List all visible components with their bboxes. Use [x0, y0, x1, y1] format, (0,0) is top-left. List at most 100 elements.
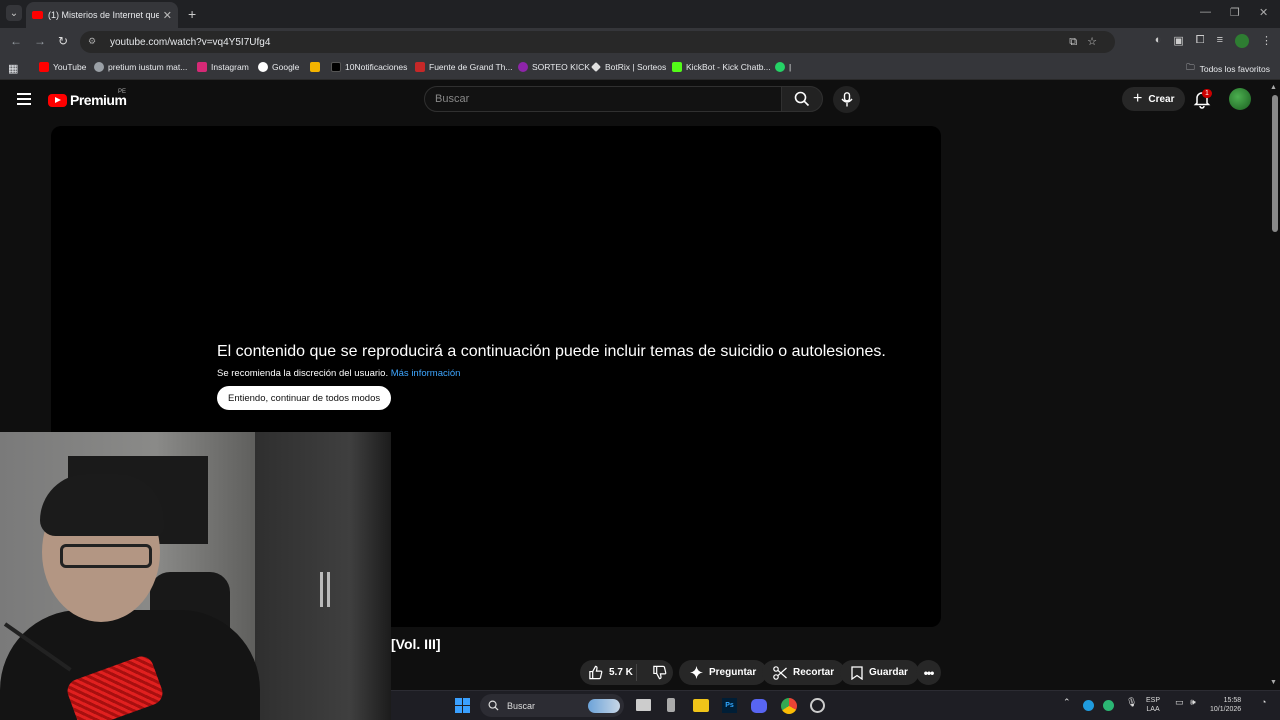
dislike-button[interactable]	[643, 665, 667, 680]
voice-search-button[interactable]	[833, 86, 860, 113]
tab-title: (1) Misterios de Internet que D...	[48, 10, 159, 20]
close-tab-icon[interactable]: ✕	[163, 9, 172, 22]
bookmark-extra[interactable]	[310, 62, 324, 72]
bookmark-youtube[interactable]: YouTube	[39, 62, 86, 72]
account-avatar[interactable]	[1229, 88, 1251, 110]
clip-button[interactable]: Recortar	[762, 660, 846, 685]
volume-icon[interactable]: 🕪	[1190, 697, 1196, 708]
tray-app-2-icon[interactable]	[1103, 700, 1114, 711]
bookmark-instagram[interactable]: Instagram	[197, 62, 249, 72]
bookmark-google[interactable]: Google	[258, 62, 299, 72]
tray-mic-icon[interactable]: 🎙	[1126, 697, 1137, 708]
search-input[interactable]: Buscar	[424, 86, 782, 112]
create-button[interactable]: + Crear	[1122, 87, 1186, 111]
webcam-door	[255, 432, 391, 720]
bookmark-icon	[851, 665, 863, 680]
save-button[interactable]: Guardar	[840, 660, 919, 685]
media-control-icon[interactable]: ≡	[1217, 34, 1223, 48]
extension-icon[interactable]: ◐	[1155, 34, 1162, 48]
bookmark-kickbot[interactable]: KickBot - Kick Chatb...	[672, 62, 771, 72]
like-dislike-group: 5.7 K	[580, 660, 673, 685]
scroll-up-arrow[interactable]: ▲	[1270, 84, 1277, 91]
video-title: [Vol. III]	[391, 636, 441, 652]
youtube-play-icon	[48, 93, 67, 107]
chrome-icon[interactable]	[781, 698, 797, 714]
country-code: PE	[118, 89, 127, 95]
close-window-icon[interactable]: ✕	[1259, 6, 1268, 19]
menu-icon[interactable]	[17, 93, 31, 105]
browser-tab-strip: ⌄ (1) Misterios de Internet que D... ✕ +…	[0, 0, 1280, 28]
search-button[interactable]	[781, 86, 823, 112]
search-icon	[794, 91, 810, 107]
bookmark-x[interactable]: 10Notificaciones	[331, 62, 407, 72]
cast-and-star-icons[interactable]: ⧉☆	[1069, 35, 1107, 49]
app-icon[interactable]	[667, 698, 675, 712]
browser-tab-active[interactable]: (1) Misterios de Internet que D... ✕	[26, 2, 178, 28]
task-view-icon[interactable]	[636, 699, 651, 711]
taskbar-search-icon	[488, 700, 499, 711]
youtube-favicon-icon	[32, 11, 43, 19]
input-language[interactable]: ESP LAA	[1146, 696, 1160, 714]
webcam-person-glasses	[60, 544, 152, 568]
content-warning-title: El contenido que se reproducirá a contin…	[217, 343, 886, 360]
extension-2-icon[interactable]: ▣	[1173, 34, 1183, 48]
network-icon[interactable]: ▭	[1175, 697, 1184, 708]
plus-icon: +	[1133, 90, 1143, 107]
bookmarks-bar: ▦ YouTube pretium iustum mat... Instagra…	[0, 56, 1280, 80]
extensions-puzzle-icon[interactable]: ⧠	[1196, 34, 1205, 48]
like-button[interactable]: 5.7 K	[580, 664, 637, 681]
system-clock[interactable]: 15:58 10/1/2026	[1210, 696, 1241, 714]
webcam-door-handle-2	[327, 572, 330, 607]
bookmark-whatsapp[interactable]: |	[775, 62, 791, 72]
reload-icon[interactable]: ↻	[58, 34, 68, 48]
browser-toolbar: ← → ↻ ⚙ youtube.com/watch?v=vq4Y5I7Ufg4 …	[0, 28, 1280, 56]
more-info-link[interactable]: Más información	[391, 368, 461, 379]
content-warning-subtitle: Se recomienda la discreción del usuario.…	[217, 368, 461, 379]
bookmark-fuente[interactable]: Fuente de Grand Th...	[415, 62, 512, 72]
scroll-down-arrow[interactable]: ▼	[1270, 679, 1277, 686]
youtube-header: Premium PE Buscar + Crear 1	[0, 80, 1268, 120]
url-text: youtube.com/watch?v=vq4Y5I7Ufg4	[110, 36, 271, 48]
search-highlight-art	[588, 698, 620, 713]
tray-app-icon[interactable]	[1083, 700, 1094, 711]
thumbs-down-icon	[653, 665, 667, 680]
continue-anyway-button[interactable]: Entiendo, continuar de todos modos	[217, 386, 392, 410]
discord-icon[interactable]	[751, 699, 767, 713]
windows-start-icon[interactable]	[455, 698, 470, 713]
webcam-door-handle	[320, 572, 323, 607]
bookmark-sorteo-kick[interactable]: SORTEO KICK	[518, 62, 590, 72]
microphone-icon	[840, 92, 853, 107]
file-explorer-icon[interactable]	[693, 699, 709, 712]
tab-search-icon[interactable]: ⌄	[6, 5, 22, 21]
notification-badge: 1	[1202, 89, 1212, 98]
webcam-overlay	[0, 432, 391, 720]
webcam-person-hair	[40, 474, 164, 536]
scissors-icon	[773, 665, 787, 680]
tray-overflow-icon[interactable]: ⌃	[1063, 697, 1071, 708]
address-bar[interactable]: ⚙ youtube.com/watch?v=vq4Y5I7Ufg4 ⧉☆	[80, 31, 1115, 53]
sparkle-icon	[690, 666, 703, 679]
more-actions-button[interactable]: •••	[916, 660, 941, 685]
maximize-icon[interactable]: ❐	[1230, 6, 1240, 19]
minimize-icon[interactable]: —	[1200, 6, 1211, 18]
youtube-premium-logo[interactable]: Premium PE	[48, 89, 127, 108]
all-bookmarks[interactable]: 🗀 Todos los favoritos	[1186, 62, 1270, 76]
more-icon: •••	[923, 665, 935, 680]
like-count: 5.7 K	[609, 667, 633, 678]
apps-grid-icon[interactable]: ▦	[8, 62, 18, 75]
site-info-icon[interactable]: ⚙	[88, 36, 100, 48]
notification-center-icon[interactable]: ◔	[1261, 697, 1266, 707]
forward-icon[interactable]: →	[34, 34, 46, 48]
scrollbar-thumb[interactable]	[1272, 95, 1278, 232]
photoshop-icon[interactable]: Ps	[722, 698, 737, 713]
bookmark-botrix[interactable]: BotRix | Sorteos	[591, 62, 666, 72]
profile-avatar[interactable]	[1235, 34, 1249, 48]
new-tab-button[interactable]: +	[188, 6, 196, 22]
taskbar-search[interactable]: Buscar	[480, 694, 624, 717]
windows-taskbar: Buscar Ps ⌃ 🎙 ESP LAA ▭ 🕪 15:58 10/1/202…	[391, 690, 1280, 720]
ask-button[interactable]: Preguntar	[679, 660, 768, 685]
app-2-icon[interactable]	[810, 698, 825, 713]
browser-menu-icon[interactable]: ⋮	[1261, 34, 1272, 48]
back-icon[interactable]: ←	[10, 34, 22, 48]
bookmark-pretium[interactable]: pretium iustum mat...	[94, 62, 187, 72]
